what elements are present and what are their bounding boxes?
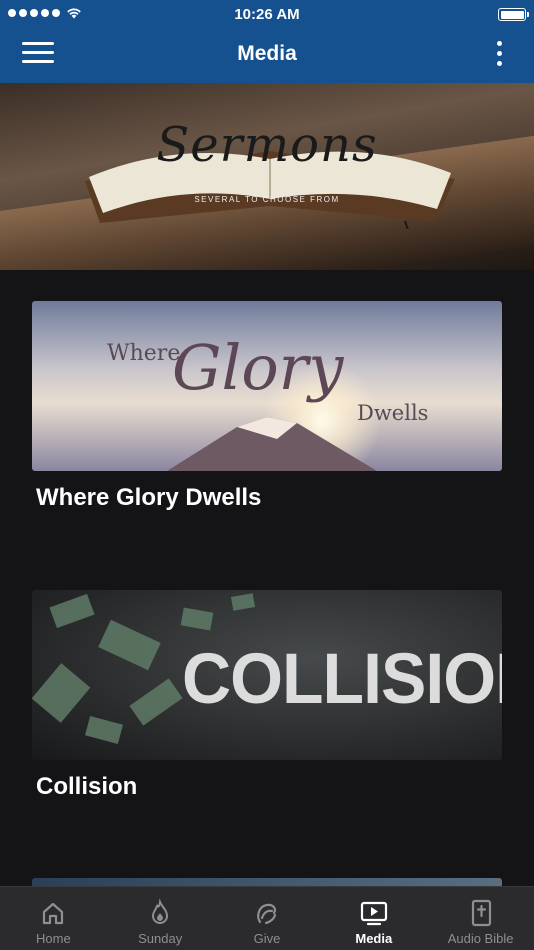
artwork-text-collision: COLLISION (182, 639, 502, 719)
tab-audio-bible[interactable]: Audio Bible (427, 887, 534, 950)
status-bar: 10:26 AM (0, 0, 534, 28)
series-title[interactable]: Where Glory Dwells (36, 484, 502, 512)
flame-icon (152, 898, 169, 924)
glass-shard-graphic (98, 619, 161, 671)
sermons-hero-banner: Sermons SEVERAL TO CHOOSE FROM (0, 83, 534, 270)
hero-subtitle: SEVERAL TO CHOOSE FROM (194, 195, 340, 204)
tab-label: Audio Bible (447, 931, 514, 946)
hero-title: Sermons (156, 117, 378, 173)
glass-shard-graphic (84, 715, 124, 745)
status-time: 10:26 AM (234, 6, 300, 23)
glass-shard-graphic (49, 593, 95, 629)
tab-label: Sunday (138, 931, 183, 946)
series-artwork-collision[interactable]: COLLISION (32, 590, 502, 760)
artwork-text-where: Where (107, 341, 181, 366)
series-card[interactable]: Where Glory Dwells Where Glory Dwells (32, 301, 502, 512)
battery-icon (498, 8, 529, 21)
top-nav-bar: Media (0, 28, 534, 83)
bottom-tab-bar: Home Sunday Give Media Audio Bible (0, 886, 534, 950)
tab-label: Media (355, 931, 393, 946)
bible-icon (471, 899, 491, 927)
glass-shard-graphic (32, 663, 91, 723)
mountain-graphic (167, 417, 377, 471)
home-icon (43, 902, 64, 925)
give-icon (257, 903, 277, 925)
media-icon (360, 901, 387, 926)
tab-sunday[interactable]: Sunday (107, 887, 214, 950)
tab-label: Give (253, 931, 281, 946)
glass-shard-graphic (230, 593, 256, 611)
series-card[interactable]: COLLISION Collision (32, 590, 502, 801)
tab-give[interactable]: Give (214, 887, 321, 950)
artwork-text-glory: Glory (172, 331, 344, 404)
glass-shard-graphic (129, 678, 183, 726)
tab-home[interactable]: Home (0, 887, 107, 950)
page-title: Media (237, 42, 297, 65)
tab-media[interactable]: Media (320, 887, 427, 950)
series-artwork-where-glory-dwells[interactable]: Where Glory Dwells (32, 301, 502, 471)
series-title[interactable]: Collision (36, 773, 502, 801)
glass-shard-graphic (180, 607, 214, 631)
more-options-icon[interactable] (494, 41, 504, 71)
artwork-text-dwells: Dwells (357, 401, 429, 425)
tab-label: Home (36, 931, 71, 946)
